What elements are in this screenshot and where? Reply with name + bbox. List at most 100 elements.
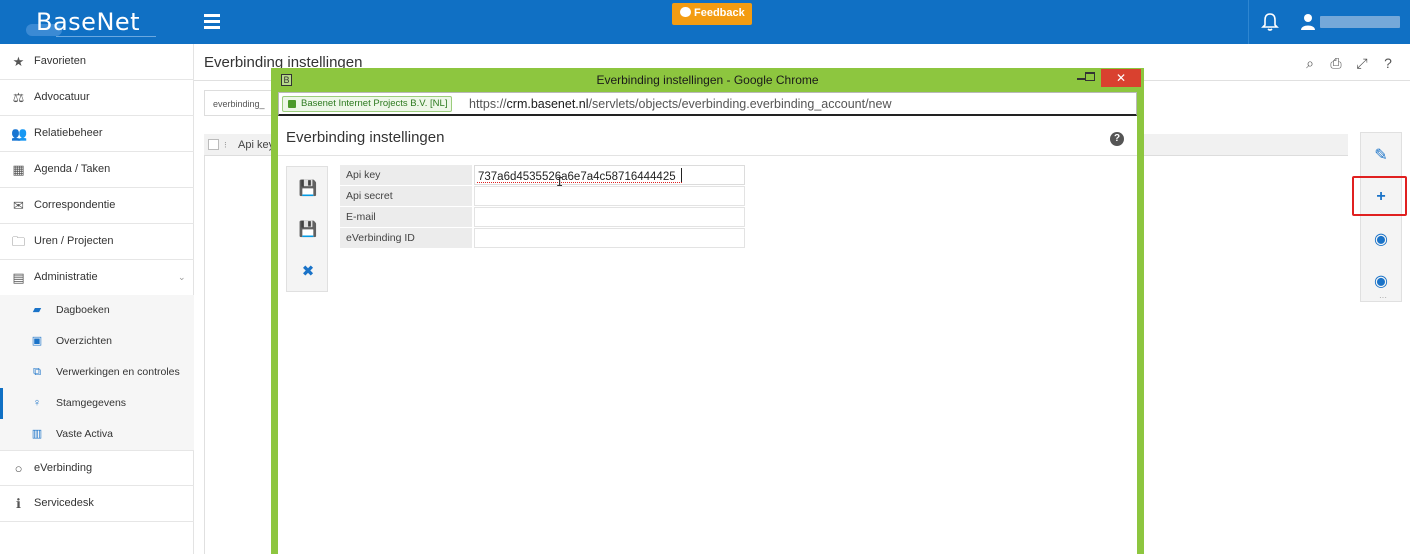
eye-icon[interactable]: ◉ <box>1370 271 1392 293</box>
text-caret <box>681 168 682 182</box>
sidebar-subitem-label: Stamgegevens <box>56 397 127 409</box>
address-bar[interactable]: Basenet Internet Projects B.V. [NL] http… <box>278 92 1137 116</box>
close-icon[interactable]: ✕ <box>1101 69 1141 87</box>
cancel-icon[interactable]: ✖ <box>298 262 318 282</box>
calendar-icon: ▦ <box>12 162 25 177</box>
email-input[interactable] <box>474 207 745 227</box>
url-path: /servlets/objects/everbinding.everbindin… <box>588 97 892 111</box>
url-text[interactable]: https://crm.basenet.nl/servlets/objects/… <box>469 97 891 111</box>
grid-border <box>204 156 205 554</box>
sidebar: ★ Favorieten ⚖ Advocatuur 👥 Relatiebehee… <box>0 44 194 554</box>
user-icon[interactable] <box>1300 13 1316 31</box>
menu-toggle-icon[interactable] <box>202 12 226 32</box>
chevron-down-icon: ⌄ <box>178 272 186 282</box>
sidebar-item-uren-projecten[interactable]: 🗀 Uren / Projecten <box>0 224 194 260</box>
sidebar-item-label: Agenda / Taken <box>34 163 111 175</box>
spellcheck-underline <box>477 181 682 183</box>
sidebar-item-label: Uren / Projecten <box>34 235 114 247</box>
logo-underline <box>56 36 156 37</box>
sidebar-item-label: Servicedesk <box>34 497 94 509</box>
feedback-label: Feedback <box>694 7 745 19</box>
form-row-everbinding-id: eVerbinding ID <box>340 228 745 249</box>
asset-icon: ▥ <box>31 428 43 440</box>
secure-badge[interactable]: Basenet Internet Projects B.V. [NL] <box>282 96 453 112</box>
field-label: Api secret <box>340 186 472 206</box>
field-label: eVerbinding ID <box>340 228 472 248</box>
sidebar-item-servicedesk[interactable]: ℹ Servicedesk <box>0 486 194 522</box>
form-row-email: E-mail <box>340 207 745 228</box>
print-icon[interactable]: ⎙ <box>1328 55 1344 71</box>
sidebar-item-agenda[interactable]: ▦ Agenda / Taken <box>0 152 194 188</box>
sidebar-item-favorieten[interactable]: ★ Favorieten <box>0 44 194 80</box>
sidebar-item-relatiebeheer[interactable]: 👥 Relatiebeheer <box>0 116 194 152</box>
book-icon: ▰ <box>32 304 42 316</box>
sidebar-subitem-stamgegevens[interactable]: ♀ Stamgegevens <box>0 388 194 419</box>
circle-icon: ○ <box>14 461 23 476</box>
save-close-icon[interactable]: 💾 <box>298 220 318 240</box>
lock-icon <box>288 100 296 108</box>
app-logo[interactable]: BaseNet <box>36 8 140 36</box>
top-divider <box>1248 0 1249 44</box>
sidebar-subitem-dagboeken[interactable]: ▰ Dagboeken <box>0 295 194 326</box>
sidebar-subitem-label: Verwerkingen en controles <box>56 366 180 378</box>
document-icon: ▣ <box>31 335 43 347</box>
sidebar-subitem-vaste-activa[interactable]: ▥ Vaste Activa <box>0 419 194 450</box>
sidebar-item-label: Correspondentie <box>34 199 116 211</box>
secure-label: Basenet Internet Projects B.V. [NL] <box>301 98 448 109</box>
sidebar-item-label: Relatiebeheer <box>34 127 103 139</box>
scale-icon: ⚖ <box>12 90 25 105</box>
info-icon: ℹ <box>16 496 21 511</box>
top-bar: BaseNet Feedback <box>0 0 1410 44</box>
envelope-icon: ✉ <box>13 198 24 213</box>
sidebar-subitem-label: Overzichten <box>56 335 113 347</box>
everbinding-id-input[interactable] <box>474 228 745 248</box>
popup-title: Everbinding instellingen <box>286 129 445 146</box>
save-icon[interactable]: 💾 <box>298 179 318 199</box>
feedback-button[interactable]: Feedback <box>672 3 752 25</box>
column-separator: ⁝ <box>224 140 227 150</box>
form-toolbar: 💾 💾 ✖ <box>286 166 328 292</box>
active-indicator <box>0 388 3 419</box>
folder-clock-icon: 🗀 <box>11 234 25 249</box>
sidebar-item-correspondentie[interactable]: ✉ Correspondentie <box>0 188 194 224</box>
sidebar-subitem-overzichten[interactable]: ▣ Overzichten <box>0 326 194 357</box>
sidebar-item-label: Administratie <box>34 271 98 283</box>
search-icon[interactable]: ⌕ <box>1302 55 1318 71</box>
sidebar-item-label: Advocatuur <box>34 91 90 103</box>
eye-slash-icon[interactable]: ◉ <box>1370 229 1392 251</box>
popup-content: Basenet Internet Projects B.V. [NL] http… <box>278 92 1137 554</box>
sidebar-subitem-verwerkingen[interactable]: ⧉ Verwerkingen en controles <box>0 357 194 388</box>
help-icon[interactable]: ? <box>1380 55 1396 71</box>
help-icon[interactable]: ? <box>1110 132 1124 146</box>
bulb-icon: ♀ <box>32 397 42 409</box>
user-name-blurred[interactable] <box>1320 16 1400 28</box>
bell-icon[interactable] <box>1261 12 1279 32</box>
calculator-icon: ▤ <box>12 270 25 285</box>
filter-input[interactable]: everbinding_ <box>204 90 274 116</box>
star-icon: ★ <box>12 54 25 69</box>
right-action-bar: ✎ + ◉ ◉ ··· <box>1360 132 1402 302</box>
sidebar-item-administratie[interactable]: ▤ Administratie ⌄ <box>0 260 194 296</box>
sidebar-item-label: Favorieten <box>34 55 86 67</box>
chat-bubble-icon <box>680 7 691 17</box>
form-row-api-secret: Api secret <box>340 186 745 207</box>
window-title: Everbinding instellingen - Google Chrome <box>596 73 819 87</box>
edit-icon[interactable]: ✎ <box>1370 145 1392 167</box>
maximize-icon[interactable] <box>1085 72 1095 81</box>
select-all-checkbox[interactable] <box>208 139 219 150</box>
api-secret-input[interactable] <box>474 186 745 206</box>
add-button-highlight <box>1352 176 1407 216</box>
sidebar-subitem-label: Dagboeken <box>56 304 110 316</box>
process-icon: ⧉ <box>33 366 41 378</box>
page-toolbar: ⌕ ⎙ ⤢ ? <box>1302 55 1402 75</box>
expand-icon[interactable]: ⤢ <box>1354 55 1370 71</box>
grid-column-api-key[interactable]: Api key <box>238 139 274 151</box>
url-prefix: https:// <box>469 97 507 111</box>
field-label: E-mail <box>340 207 472 227</box>
more-dots-icon[interactable]: ··· <box>1379 293 1387 302</box>
form-row-api-key: Api key I <box>340 165 745 189</box>
sidebar-item-label: eVerbinding <box>34 462 93 474</box>
sidebar-item-advocatuur[interactable]: ⚖ Advocatuur <box>0 80 194 116</box>
sidebar-item-everbinding[interactable]: ○ eVerbinding <box>0 450 194 486</box>
sidebar-subitem-label: Vaste Activa <box>56 428 114 440</box>
